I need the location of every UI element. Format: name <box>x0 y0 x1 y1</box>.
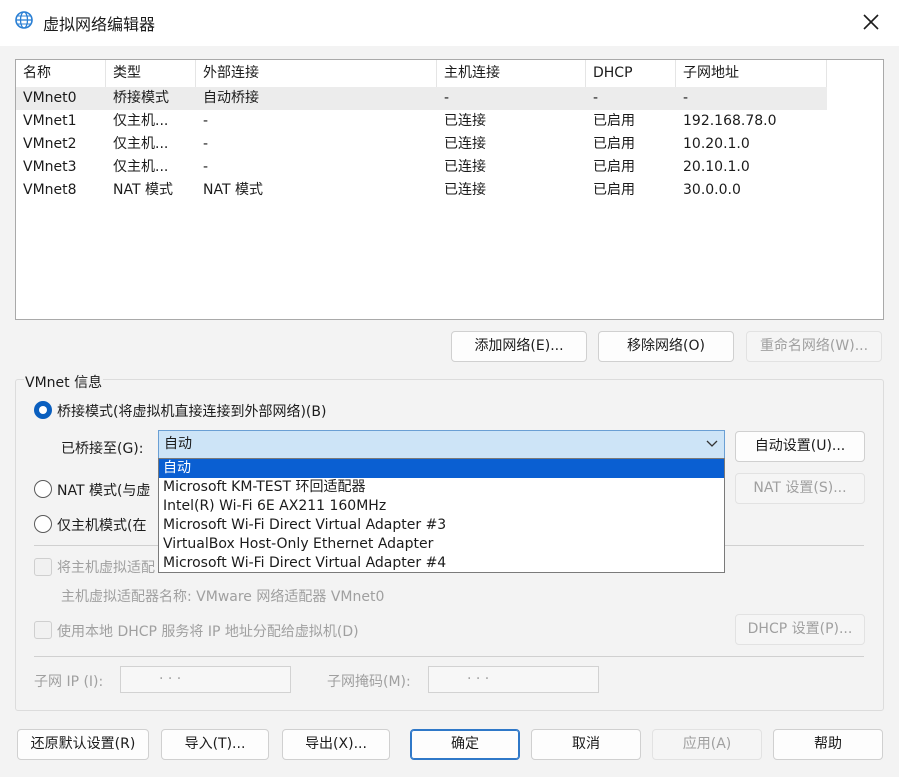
hostonly-mode-label[interactable]: 仅主机模式(在 <box>57 515 146 535</box>
cell-dhcp: - <box>593 90 599 106</box>
cell-name: VMnet2 <box>23 136 77 152</box>
cell-type: 仅主机... <box>113 159 169 175</box>
cell-subnet: 20.10.1.0 <box>683 159 750 175</box>
remove-network-button[interactable]: 移除网络(O) <box>598 331 734 362</box>
cell-subnet: 30.0.0.0 <box>683 182 741 198</box>
dhcp-checkbox[interactable] <box>34 621 52 639</box>
header-name[interactable]: 名称 <box>16 60 106 87</box>
nat-mode-radio[interactable] <box>34 480 52 498</box>
table-row[interactable]: VMnet3 仅主机... - 已连接 已启用 20.10.1.0 <box>16 156 883 179</box>
cell-external: - <box>203 159 209 175</box>
window-title: 虚拟网络编辑器 <box>43 15 156 34</box>
cell-dhcp: 已启用 <box>593 182 635 198</box>
network-globe-icon <box>15 11 33 29</box>
cell-host: 已连接 <box>444 113 486 129</box>
export-button[interactable]: 导出(X)... <box>282 729 390 760</box>
add-network-button[interactable]: 添加网络(E)... <box>451 331 587 362</box>
dropdown-option[interactable]: VirtualBox Host-Only Ethernet Adapter <box>159 535 724 554</box>
cell-type: 仅主机... <box>113 113 169 129</box>
cell-type: NAT 模式 <box>113 182 173 198</box>
dropdown-option[interactable]: Intel(R) Wi-Fi 6E AX211 160MHz <box>159 497 724 516</box>
cell-external: - <box>203 113 209 129</box>
rename-network-button[interactable]: 重命名网络(W)... <box>746 331 882 362</box>
bridged-to-dropdown[interactable]: 自动 Microsoft KM-TEST 环回适配器 Intel(R) Wi-F… <box>158 458 725 573</box>
cell-name: VMnet8 <box>23 182 77 198</box>
divider <box>34 656 864 657</box>
header-host[interactable]: 主机连接 <box>437 60 586 87</box>
bridge-mode-radio[interactable] <box>34 401 52 419</box>
table-row[interactable]: VMnet1 仅主机... - 已连接 已启用 192.168.78.0 <box>16 110 883 133</box>
dhcp-label[interactable]: 使用本地 DHCP 服务将 IP 地址分配给虚拟机(D) <box>57 621 359 641</box>
subnet-ip-label: 子网 IP (I): <box>34 674 104 690</box>
header-dhcp[interactable]: DHCP <box>586 60 676 87</box>
dropdown-option[interactable]: Microsoft Wi-Fi Direct Virtual Adapter #… <box>159 516 724 535</box>
bridged-to-value: 自动 <box>164 436 192 452</box>
mask-dots: · · · <box>467 671 490 687</box>
dhcp-settings-button[interactable]: DHCP 设置(P)... <box>735 614 865 645</box>
cell-subnet: 10.20.1.0 <box>683 136 750 152</box>
list-header: 名称 类型 外部连接 主机连接 DHCP 子网地址 <box>16 60 883 87</box>
cell-host: 已连接 <box>444 136 486 152</box>
cell-external: NAT 模式 <box>203 182 263 198</box>
cell-external: - <box>203 136 209 152</box>
table-row[interactable]: VMnet2 仅主机... - 已连接 已启用 10.20.1.0 <box>16 133 883 156</box>
network-list[interactable]: 名称 类型 外部连接 主机连接 DHCP 子网地址 VMnet0 桥接模式 自动… <box>15 59 884 320</box>
header-subnet[interactable]: 子网地址 <box>676 60 827 87</box>
vmnet-info-label: VMnet 信息 <box>24 372 104 392</box>
cell-dhcp: 已启用 <box>593 136 635 152</box>
chevron-down-icon <box>706 440 718 447</box>
auto-settings-button[interactable]: 自动设置(U)... <box>735 431 865 462</box>
cell-type: 桥接模式 <box>113 90 169 106</box>
subnet-mask-label: 子网掩码(M): <box>327 674 411 690</box>
cell-dhcp: 已启用 <box>593 159 635 175</box>
hostonly-mode-radio[interactable] <box>34 515 52 533</box>
help-button[interactable]: 帮助 <box>773 729 883 760</box>
dropdown-option[interactable]: Microsoft Wi-Fi Direct Virtual Adapter #… <box>159 554 724 573</box>
cell-dhcp: 已启用 <box>593 113 635 129</box>
cell-name: VMnet0 <box>23 90 77 106</box>
connect-adapter-label[interactable]: 将主机虚拟适配 <box>57 557 155 577</box>
dropdown-option[interactable]: Microsoft KM-TEST 环回适配器 <box>159 478 724 497</box>
connect-adapter-checkbox[interactable] <box>34 558 52 576</box>
bridged-to-label: 已桥接至(G): <box>61 441 144 457</box>
header-type[interactable]: 类型 <box>106 60 196 87</box>
cell-subnet: 192.168.78.0 <box>683 113 777 129</box>
cell-host: 已连接 <box>444 159 486 175</box>
table-row[interactable]: VMnet0 桥接模式 自动桥接 - - - <box>16 87 827 110</box>
dropdown-option[interactable]: 自动 <box>159 459 724 478</box>
cell-host: 已连接 <box>444 182 486 198</box>
cell-name: VMnet1 <box>23 113 77 129</box>
header-external[interactable]: 外部连接 <box>196 60 437 87</box>
import-button[interactable]: 导入(T)... <box>161 729 269 760</box>
cancel-button[interactable]: 取消 <box>531 729 641 760</box>
cell-subnet: - <box>683 90 689 106</box>
subnet-mask-input[interactable]: · · · <box>428 666 599 693</box>
title-bar: 虚拟网络编辑器 <box>0 0 899 46</box>
cell-type: 仅主机... <box>113 136 169 152</box>
cell-external: 自动桥接 <box>203 90 259 106</box>
apply-button[interactable]: 应用(A) <box>652 729 762 760</box>
adapter-name-label: 主机虚拟适配器名称: VMware 网络适配器 VMnet0 <box>61 589 385 605</box>
subnet-ip-input[interactable]: · · · <box>120 666 291 693</box>
ip-dots: · · · <box>159 671 182 687</box>
bridged-to-select[interactable]: 自动 <box>158 430 725 459</box>
nat-settings-button[interactable]: NAT 设置(S)... <box>735 473 865 504</box>
bridge-mode-label[interactable]: 桥接模式(将虚拟机直接连接到外部网络)(B) <box>57 401 326 421</box>
close-icon[interactable] <box>857 8 885 36</box>
ok-button[interactable]: 确定 <box>410 729 520 760</box>
cell-host: - <box>444 90 450 106</box>
restore-defaults-button[interactable]: 还原默认设置(R) <box>17 729 149 760</box>
nat-mode-label[interactable]: NAT 模式(与虚 <box>57 480 150 500</box>
cell-name: VMnet3 <box>23 159 77 175</box>
table-row[interactable]: VMnet8 NAT 模式 NAT 模式 已连接 已启用 30.0.0.0 <box>16 179 883 202</box>
